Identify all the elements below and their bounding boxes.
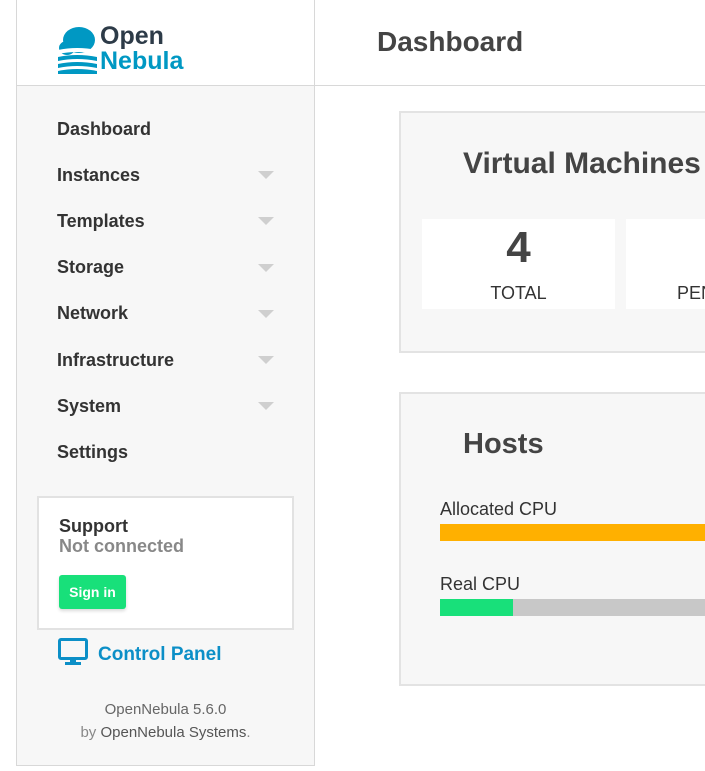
version-footer: OpenNebula 5.6.0 by OpenNebula Systems.	[17, 698, 314, 744]
logo-line-1: Open	[100, 22, 164, 50]
sidebar-item-label: System	[57, 395, 122, 416]
sidebar-item-instances[interactable]: Instances	[17, 152, 314, 198]
caret-down-icon	[258, 217, 274, 226]
control-panel-link[interactable]: Control Panel	[58, 638, 222, 671]
period-text: .	[246, 724, 251, 741]
widget-title: Virtual Machines	[463, 147, 701, 180]
control-panel-label: Control Panel	[98, 643, 222, 665]
sidebar-item-templates[interactable]: Templates	[17, 198, 314, 244]
vm-total-stat[interactable]: 4 TOTAL	[422, 219, 615, 309]
sidebar-nav: Dashboard Instances Templates Storage Ne…	[17, 106, 314, 476]
sidebar-item-dashboard[interactable]: Dashboard	[17, 106, 314, 152]
sidebar-item-label: Templates	[57, 210, 145, 231]
page-title: Dashboard	[377, 26, 524, 57]
real-cpu-fill	[440, 599, 513, 616]
sidebar-item-infrastructure[interactable]: Infrastructure	[17, 337, 314, 383]
sidebar-item-label: Storage	[57, 257, 125, 278]
vm-pending-label: PEN	[677, 283, 705, 303]
caret-down-icon	[258, 402, 274, 411]
opennebula-logo-icon[interactable]	[57, 24, 97, 79]
sidebar-item-settings[interactable]: Settings	[17, 429, 314, 475]
caret-down-icon	[258, 309, 274, 318]
vendor-link[interactable]: OpenNebula Systems	[100, 724, 246, 741]
vm-pending-stat[interactable]: PEN	[626, 219, 705, 309]
allocated-cpu-label: Allocated CPU	[440, 499, 558, 519]
allocated-cpu-fill	[440, 524, 705, 541]
real-cpu-meter	[440, 599, 705, 616]
vm-total-label: TOTAL	[490, 283, 547, 303]
support-panel: Support Not connected Sign in	[37, 496, 294, 630]
widget-title: Hosts	[463, 428, 544, 460]
sign-in-button[interactable]: Sign in	[59, 575, 126, 609]
allocated-cpu-meter	[440, 524, 705, 541]
support-status: Not connected	[59, 536, 185, 556]
monitor-icon	[58, 638, 88, 671]
logo-wordmark[interactable]: Open Nebula	[100, 24, 183, 74]
real-cpu-label: Real CPU	[440, 574, 521, 594]
top-header: Dashboard	[315, 0, 705, 86]
by-text: by	[80, 724, 97, 741]
sidebar-item-system[interactable]: System	[17, 383, 314, 429]
vm-total-count: 4	[506, 223, 531, 272]
sidebar: Open Nebula Dashboard Instances Template…	[16, 0, 315, 766]
virtual-machines-widget: Virtual Machines 4 TOTAL PEN	[399, 111, 705, 353]
sidebar-item-label: Settings	[57, 441, 129, 462]
support-title: Support	[59, 516, 128, 536]
sidebar-item-label: Infrastructure	[57, 349, 175, 370]
caret-down-icon	[258, 356, 274, 365]
hosts-widget: Hosts Allocated CPU Real CPU	[399, 392, 705, 686]
logo-line-2: Nebula	[100, 47, 184, 75]
caret-down-icon	[258, 171, 274, 180]
sidebar-item-label: Network	[57, 303, 129, 324]
sidebar-item-storage[interactable]: Storage	[17, 245, 314, 291]
logo-area: Open Nebula	[17, 0, 314, 86]
sidebar-item-label: Dashboard	[57, 118, 152, 139]
sidebar-item-label: Instances	[57, 164, 141, 185]
caret-down-icon	[258, 263, 274, 272]
version-text: OpenNebula 5.6.0	[104, 701, 227, 718]
vendor-line: by OpenNebula Systems.	[17, 721, 314, 744]
sidebar-item-network[interactable]: Network	[17, 291, 314, 337]
